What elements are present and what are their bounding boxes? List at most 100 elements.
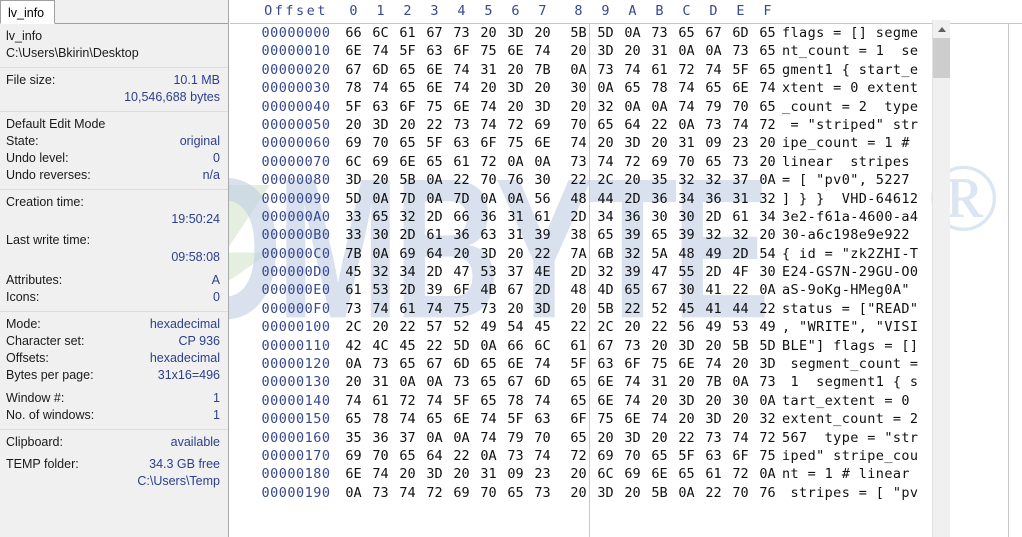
hex-row[interactable]: 00000120 0A 73 65 67 6D 65 6E 74 5F 63 6F 75 6E 74 20 3D… xyxy=(230,355,1022,373)
hex-byte-cell[interactable]: 69 xyxy=(448,484,475,502)
hex-byte-cell[interactable]: 65 xyxy=(619,79,646,97)
hex-row-ascii[interactable]: = [ "pv0", 5227 xyxy=(782,171,918,189)
hex-byte-cell[interactable]: 0A xyxy=(340,484,367,502)
hex-byte-cell[interactable]: 63 xyxy=(475,226,502,244)
hex-byte-cell[interactable]: 73 xyxy=(340,300,367,318)
hex-byte-cell[interactable]: 70 xyxy=(367,447,394,465)
hex-byte-cell[interactable]: 49 xyxy=(754,318,781,336)
hex-row-bytes[interactable]: 67 6D 65 6E 74 31 20 7B 0A 73 74 61 72 74 5F 65 xyxy=(340,61,781,79)
hex-byte-cell[interactable]: 22 xyxy=(754,300,781,318)
hex-byte-cell[interactable]: 74 xyxy=(529,392,556,410)
hex-byte-cell[interactable]: 3D xyxy=(754,355,781,373)
hex-byte-cell[interactable]: 20 xyxy=(529,79,556,97)
hex-byte-cell[interactable]: 63 xyxy=(367,98,394,116)
hex-byte-cell[interactable]: 0A xyxy=(475,447,502,465)
hex-byte-cell[interactable]: 74 xyxy=(367,300,394,318)
hex-byte-cell[interactable]: 5F xyxy=(448,392,475,410)
hex-byte-cell[interactable]: 53 xyxy=(727,318,754,336)
hex-byte-cell[interactable]: 73 xyxy=(727,42,754,60)
hex-byte-cell[interactable]: 65 xyxy=(592,116,619,134)
hex-byte-cell[interactable]: 36 xyxy=(448,226,475,244)
hex-row-ascii[interactable]: iped" stripe_cou xyxy=(782,447,918,465)
hex-byte-cell[interactable]: 64 xyxy=(421,245,448,263)
hex-byte-cell[interactable]: 63 xyxy=(592,355,619,373)
hex-byte-cell[interactable]: 65 xyxy=(700,153,727,171)
hex-byte-cell[interactable]: 22 xyxy=(646,116,673,134)
hex-byte-cell[interactable]: 2D xyxy=(565,263,592,281)
hex-byte-cell[interactable]: 6E xyxy=(727,79,754,97)
hex-byte-cell[interactable]: 65 xyxy=(502,484,529,502)
hex-row-bytes[interactable]: 33 65 32 2D 66 36 31 61 2D 34 36 30 30 2D 61 34 xyxy=(340,208,781,226)
hex-byte-cell[interactable]: 73 xyxy=(646,24,673,42)
hex-byte-cell[interactable]: 74 xyxy=(367,79,394,97)
hex-byte-cell[interactable]: 63 xyxy=(700,447,727,465)
hex-byte-cell[interactable]: 22 xyxy=(700,484,727,502)
hex-byte-cell[interactable]: 0A xyxy=(502,190,529,208)
hex-byte-cell[interactable]: 61 xyxy=(340,281,367,299)
hex-byte-cell[interactable]: 74 xyxy=(700,61,727,79)
hex-byte-cell[interactable]: 4B xyxy=(475,281,502,299)
hex-row-ascii[interactable]: E24-GS7N-29GU-O0 xyxy=(782,263,918,281)
hex-byte-cell[interactable]: 6E xyxy=(421,61,448,79)
hex-row-ascii[interactable]: gment1 { start_e xyxy=(782,61,918,79)
hex-row[interactable]: 00000040 5F 63 6F 75 6E 74 20 3D 20 32 0A 0A 74 79 70 65… xyxy=(230,98,1022,116)
hex-byte-cell[interactable]: 73 xyxy=(475,300,502,318)
hex-byte-cell[interactable]: 39 xyxy=(421,281,448,299)
hex-byte-cell[interactable]: 74 xyxy=(754,79,781,97)
hex-byte-cell[interactable]: 69 xyxy=(619,465,646,483)
hex-byte-cell[interactable]: 7B xyxy=(529,61,556,79)
hex-byte-cell[interactable]: 6E xyxy=(340,42,367,60)
hex-byte-cell[interactable]: 42 xyxy=(340,337,367,355)
hex-byte-cell[interactable]: 70 xyxy=(727,98,754,116)
hex-byte-cell[interactable]: 0A xyxy=(673,484,700,502)
hex-row-ascii[interactable]: status = ["READ" xyxy=(782,300,918,318)
hex-byte-cell[interactable]: 65 xyxy=(700,79,727,97)
hex-row[interactable]: 00000130 20 31 0A 0A 73 65 67 6D 65 6E 74 31 20 7B 0A 73… xyxy=(230,373,1022,391)
hex-byte-cell[interactable]: 20 xyxy=(565,98,592,116)
hex-byte-cell[interactable]: 41 xyxy=(700,281,727,299)
hex-byte-cell[interactable]: 41 xyxy=(700,300,727,318)
hex-byte-cell[interactable]: 31 xyxy=(646,373,673,391)
hex-byte-cell[interactable]: 45 xyxy=(340,263,367,281)
hex-byte-cell[interactable]: 0A xyxy=(754,392,781,410)
hex-byte-cell[interactable]: 5D xyxy=(340,190,367,208)
hex-byte-cell[interactable]: 5D xyxy=(592,24,619,42)
hex-byte-cell[interactable]: 38 xyxy=(565,226,592,244)
hex-row[interactable]: 00000060 69 70 65 5F 63 6F 75 6E 74 20 3D 20 31 09 23 20… xyxy=(230,134,1022,152)
hex-byte-cell[interactable]: 6E xyxy=(592,373,619,391)
hex-byte-cell[interactable]: 36 xyxy=(646,190,673,208)
hex-byte-cell[interactable]: 22 xyxy=(727,281,754,299)
hex-byte-cell[interactable]: 2D xyxy=(700,208,727,226)
hex-byte-cell[interactable]: 37 xyxy=(727,171,754,189)
hex-byte-cell[interactable]: 32 xyxy=(673,171,700,189)
hex-byte-cell[interactable]: 6F xyxy=(619,355,646,373)
hex-row-ascii[interactable]: , "WRITE", "VISI xyxy=(782,318,918,336)
hex-byte-cell[interactable]: 75 xyxy=(646,355,673,373)
hex-byte-cell[interactable]: 76 xyxy=(754,484,781,502)
hex-byte-cell[interactable]: 0A xyxy=(529,153,556,171)
hex-byte-cell[interactable]: 2C xyxy=(592,171,619,189)
hex-byte-cell[interactable]: 20 xyxy=(502,98,529,116)
hex-byte-cell[interactable]: 3D xyxy=(340,171,367,189)
hex-rows-container[interactable]: 00000000 66 6C 61 67 73 20 3D 20 5B 5D 0A 73 65 67 6D 65… xyxy=(230,24,1022,537)
hex-byte-cell[interactable]: 20 xyxy=(475,79,502,97)
hex-row-ascii[interactable]: ipe_count = 1 # xyxy=(782,134,918,152)
hex-byte-cell[interactable]: 0A xyxy=(754,281,781,299)
hex-row[interactable]: 00000080 3D 20 5B 0A 22 70 76 30 22 2C 20 35 32 32 37 0A… xyxy=(230,171,1022,189)
hex-byte-cell[interactable]: 65 xyxy=(394,79,421,97)
hex-byte-cell[interactable]: 3D xyxy=(700,410,727,428)
hex-row-bytes[interactable]: 66 6C 61 67 73 20 3D 20 5B 5D 0A 73 65 67 6D 65 xyxy=(340,24,781,42)
hex-row-ascii[interactable]: nt_count = 1 se xyxy=(782,42,918,60)
hex-row[interactable]: 00000140 74 61 72 74 5F 65 78 74 65 6E 74 20 3D 20 30 0A… xyxy=(230,392,1022,410)
hex-byte-cell[interactable]: 65 xyxy=(340,410,367,428)
hex-byte-cell[interactable]: 53 xyxy=(475,263,502,281)
hex-row[interactable]: 00000190 0A 73 74 72 69 70 65 73 20 3D 20 5B 0A 22 70 76… xyxy=(230,484,1022,502)
hex-byte-cell[interactable]: 74 xyxy=(529,42,556,60)
hex-byte-cell[interactable]: 65 xyxy=(754,42,781,60)
hex-byte-cell[interactable]: 20 xyxy=(700,337,727,355)
hex-byte-cell[interactable]: 5F xyxy=(502,410,529,428)
hex-byte-cell[interactable]: 74 xyxy=(340,392,367,410)
hex-byte-cell[interactable]: 5B xyxy=(565,24,592,42)
hex-byte-cell[interactable]: 53 xyxy=(367,281,394,299)
hex-byte-cell[interactable]: 61 xyxy=(727,208,754,226)
